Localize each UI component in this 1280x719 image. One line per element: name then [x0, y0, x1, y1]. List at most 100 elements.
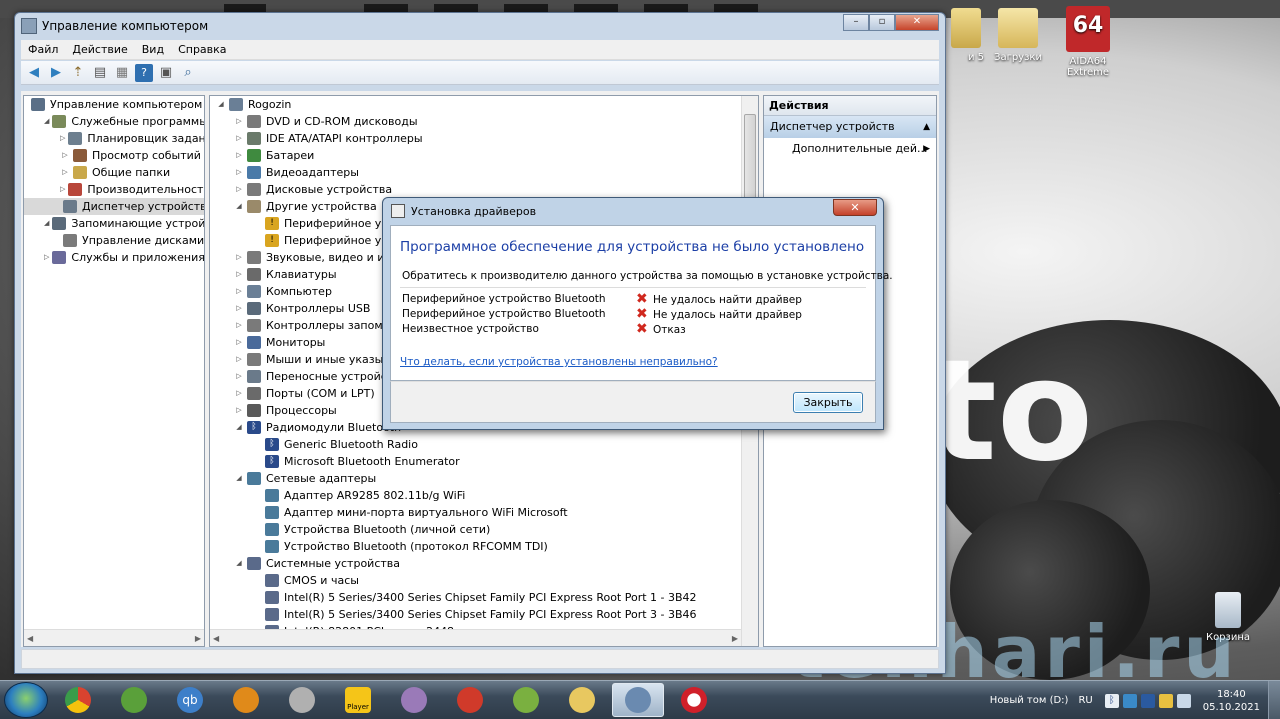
tree-item[interactable]: ◢ Служебные программы: [24, 113, 204, 130]
scroll-left-icon[interactable]: ◀: [213, 634, 219, 643]
help-link[interactable]: Что делать, если устройства установлены …: [400, 356, 718, 368]
tree-item[interactable]: Устройство Bluetooth (протокол RFCOMM TD…: [210, 538, 758, 555]
taskbar-app-app[interactable]: [276, 683, 328, 717]
properties-icon[interactable]: ▦: [113, 64, 131, 82]
driver-install-dialog[interactable]: Установка драйверов ✕ Программное обеспе…: [382, 197, 893, 430]
tree-item[interactable]: Управление дисками: [24, 232, 204, 249]
expanded-arrow-icon[interactable]: ◢: [234, 419, 244, 436]
expanded-arrow-icon[interactable]: ◢: [234, 470, 244, 487]
minimize-button[interactable]: –: [843, 14, 869, 31]
dialog-titlebar[interactable]: Установка драйверов: [383, 198, 883, 224]
collapsed-arrow-icon[interactable]: ▷: [234, 283, 244, 300]
taskbar-app-player[interactable]: Player: [332, 683, 384, 717]
taskbar-app-qbittorrent[interactable]: qb: [164, 683, 216, 717]
tree-item[interactable]: ▷ DVD и CD-ROM дисководы: [210, 113, 758, 130]
back-arrow-icon[interactable]: ◀: [25, 64, 43, 82]
desktop-icon-downloads[interactable]: Загрузки: [982, 8, 1054, 63]
taskbar-app-disc[interactable]: [388, 683, 440, 717]
tree-item[interactable]: Управление компьютером (л: [24, 96, 204, 113]
expanded-arrow-icon[interactable]: ◢: [216, 96, 226, 113]
maximize-button[interactable]: ▫: [869, 14, 895, 31]
collapsed-arrow-icon[interactable]: ▷: [60, 181, 65, 198]
expanded-arrow-icon[interactable]: ◢: [44, 113, 49, 130]
tree-item[interactable]: CMOS и часы: [210, 572, 758, 589]
tree-item[interactable]: ▷ Общие папки: [24, 164, 204, 181]
collapsed-arrow-icon[interactable]: ▷: [234, 113, 244, 130]
collapsed-arrow-icon[interactable]: ▷: [234, 181, 244, 198]
collapsed-arrow-icon[interactable]: ▷: [234, 147, 244, 164]
help-icon[interactable]: ?: [135, 63, 153, 82]
collapsed-arrow-icon[interactable]: ▷: [234, 351, 244, 368]
collapse-arrow-icon[interactable]: ▲: [923, 116, 930, 138]
language-indicator[interactable]: RU: [1078, 695, 1092, 706]
menu-action[interactable]: Действие: [65, 43, 134, 56]
tree-item[interactable]: ◢ Системные устройства: [210, 555, 758, 572]
navigation-tree-pane[interactable]: Управление компьютером (л ◢ Служебные прог…: [23, 95, 205, 647]
collapsed-arrow-icon[interactable]: ▷: [234, 402, 244, 419]
tree-item[interactable]: ▷ Планировщик заданий: [24, 130, 204, 147]
actions-more[interactable]: Дополнительные дей... ▶: [764, 138, 936, 160]
collapsed-arrow-icon[interactable]: ▷: [234, 368, 244, 385]
tree-item[interactable]: Intel(R) 5 Series/3400 Series Chipset Fa…: [210, 606, 758, 623]
taskbar-app-opera[interactable]: [668, 683, 720, 717]
collapsed-arrow-icon[interactable]: ▷: [60, 130, 65, 147]
taskbar-app-computer-management[interactable]: [612, 683, 664, 717]
horizontal-scrollbar[interactable]: ◀ ▶: [210, 629, 741, 646]
close-button[interactable]: ✕: [895, 14, 939, 31]
taskbar-app-explorer[interactable]: [556, 683, 608, 717]
tray-icon[interactable]: [1158, 693, 1173, 708]
close-dialog-button[interactable]: Закрыть: [793, 392, 863, 413]
collapsed-arrow-icon[interactable]: ▷: [234, 164, 244, 181]
show-desktop-button[interactable]: [1268, 681, 1280, 719]
drive-label[interactable]: Новый том (D:): [990, 695, 1069, 706]
clock[interactable]: 18:40 05.10.2021: [1203, 688, 1260, 714]
action-pane-icon[interactable]: ▣: [157, 64, 175, 82]
tree-item[interactable]: ▷ Просмотр событий: [24, 147, 204, 164]
scroll-right-icon[interactable]: ▶: [195, 634, 201, 643]
tree-item[interactable]: Intel(R) 5 Series/3400 Series Chipset Fa…: [210, 589, 758, 606]
collapsed-arrow-icon[interactable]: ▷: [234, 130, 244, 147]
horizontal-scrollbar[interactable]: ◀ ▶: [24, 629, 204, 646]
volume-icon[interactable]: [1176, 693, 1191, 708]
collapsed-arrow-icon[interactable]: ▷: [234, 317, 244, 334]
ru-tray-icon[interactable]: [1140, 693, 1155, 708]
tree-item[interactable]: ▷ IDE ATA/ATAPI контроллеры: [210, 130, 758, 147]
taskbar-app-aimp[interactable]: [220, 683, 272, 717]
desktop-icon-aida64[interactable]: 64 AIDA64 Extreme: [1052, 6, 1124, 78]
collapsed-arrow-icon[interactable]: ▷: [234, 266, 244, 283]
tree-item[interactable]: ▷ Службы и приложения: [24, 249, 204, 266]
forward-arrow-icon[interactable]: ▶: [47, 64, 65, 82]
tree-item[interactable]: ◢ Rogozin: [210, 96, 758, 113]
collapsed-arrow-icon[interactable]: ▷: [234, 300, 244, 317]
expanded-arrow-icon[interactable]: ◢: [234, 198, 244, 215]
tree-item[interactable]: Адаптер мини-порта виртуального WiFi Mic…: [210, 504, 758, 521]
window-titlebar[interactable]: Управление компьютером: [15, 13, 945, 39]
scroll-left-icon[interactable]: ◀: [27, 634, 33, 643]
tree-item[interactable]: Адаптер AR9285 802.11b/g WiFi: [210, 487, 758, 504]
tree-item[interactable]: ▷ Видеоадаптеры: [210, 164, 758, 181]
actions-device-manager[interactable]: Диспетчер устройств ▲: [764, 116, 936, 138]
network-tray-icon[interactable]: [1122, 693, 1137, 708]
expanded-arrow-icon[interactable]: ◢: [44, 215, 49, 232]
collapsed-arrow-icon[interactable]: ▷: [234, 334, 244, 351]
tree-item[interactable]: ▷ Батареи: [210, 147, 758, 164]
collapsed-arrow-icon[interactable]: ▷: [234, 385, 244, 402]
taskbar-app-ccleaner[interactable]: [444, 683, 496, 717]
tree-item[interactable]: ᛒ Microsoft Bluetooth Enumerator: [210, 453, 758, 470]
start-button[interactable]: [4, 682, 48, 718]
collapsed-arrow-icon[interactable]: ▷: [60, 164, 70, 181]
show-hide-tree-icon[interactable]: ▤: [91, 64, 109, 82]
up-folder-icon[interactable]: ⇡: [69, 64, 87, 82]
taskbar-app-utorrent[interactable]: [108, 683, 160, 717]
tree-item[interactable]: ◢ Сетевые адаптеры: [210, 470, 758, 487]
bluetooth-tray-icon[interactable]: ᛒ: [1104, 693, 1119, 708]
tree-item[interactable]: Диспетчер устройств: [24, 198, 204, 215]
expanded-arrow-icon[interactable]: ◢: [234, 555, 244, 572]
menu-help[interactable]: Справка: [171, 43, 233, 56]
dialog-close-button[interactable]: ✕: [833, 199, 877, 216]
menu-view[interactable]: Вид: [135, 43, 171, 56]
tree-item[interactable]: Устройства Bluetooth (личной сети): [210, 521, 758, 538]
tree-item[interactable]: ▷ Производительность: [24, 181, 204, 198]
tree-item[interactable]: ᛒ Generic Bluetooth Radio: [210, 436, 758, 453]
scroll-right-icon[interactable]: ▶: [732, 634, 738, 643]
